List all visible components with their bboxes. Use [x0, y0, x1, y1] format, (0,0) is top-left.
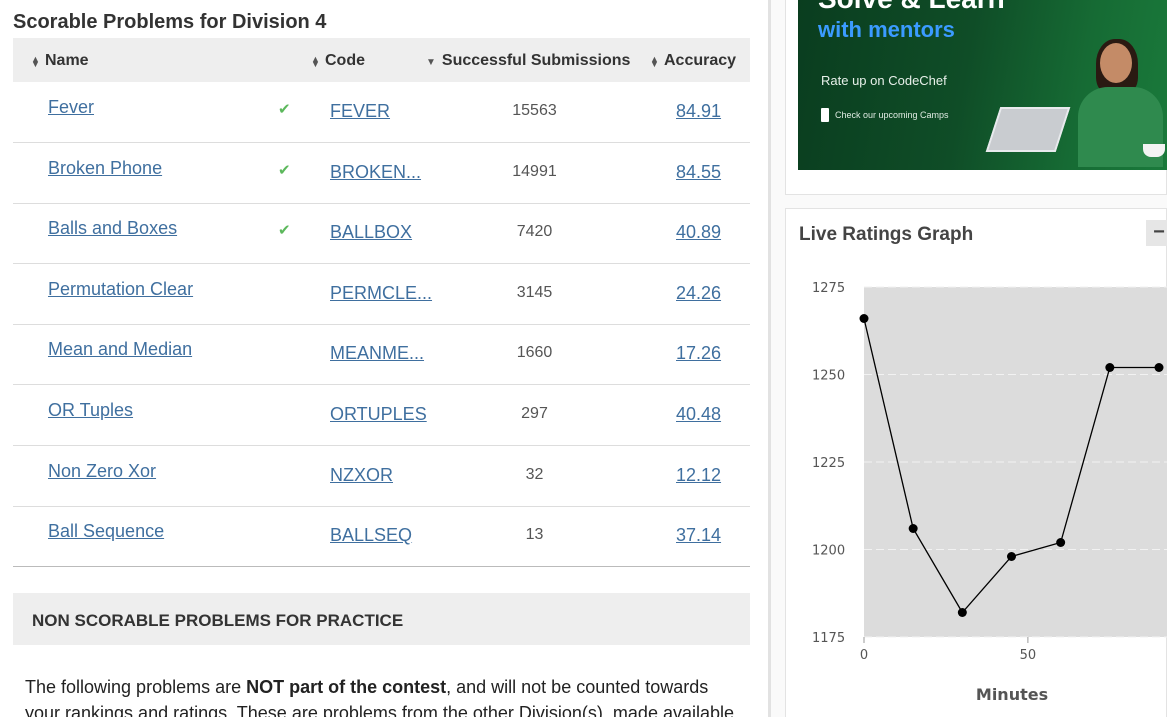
accuracy-link[interactable]: 24.26 [676, 283, 721, 304]
section-title: Scorable Problems for Division 4 [13, 11, 327, 33]
problem-name-link[interactable]: Permutation Clear [48, 279, 193, 300]
table-row: Balls and Boxes ✔ BALLBOX 7420 40.89 [13, 203, 750, 265]
problem-code-link[interactable]: PERMCLE... [330, 283, 432, 304]
table-bottom-divider [13, 566, 750, 567]
rating-point [1007, 552, 1016, 561]
sort-icon: ▲ ▼ [31, 53, 40, 69]
problem-name-link[interactable]: Balls and Boxes [48, 218, 177, 239]
rating-point [1154, 363, 1164, 372]
non-scorable-header: NON SCORABLE PROBLEMS FOR PRACTICE [13, 593, 750, 645]
table-row: Non Zero Xor NZXOR 32 12.12 [13, 446, 750, 507]
laptop-illustration [985, 107, 1071, 152]
submissions-count: 14991 [512, 162, 557, 180]
mentors-ad-banner[interactable]: Solve & Learn with mentors Rate up on Co… [798, 0, 1167, 170]
problem-code-link[interactable]: NZXOR [330, 465, 393, 486]
problem-name-link[interactable]: Ball Sequence [48, 521, 164, 542]
submissions-count: 13 [525, 526, 544, 544]
submissions-column-header[interactable]: ▼ Successful Submissions [426, 38, 630, 82]
rating-point [1056, 538, 1066, 547]
ad-subheadline: with mentors [818, 17, 955, 42]
accuracy-link[interactable]: 84.91 [676, 101, 721, 122]
problem-name-link[interactable]: Mean and Median [48, 339, 192, 360]
ad-headline: Solve & Learn [818, 0, 1005, 15]
rating-point [859, 314, 869, 323]
problem-code-link[interactable]: BALLBOX [330, 222, 412, 243]
accuracy-link[interactable]: 40.89 [676, 222, 721, 243]
scorable-problems-panel: Scorable Problems for Division 4 ▲ ▼ Name … [0, 0, 768, 717]
problem-name-link[interactable]: Fever [48, 97, 94, 118]
y-tick-label: 1175 [812, 631, 845, 646]
table-row: Fever ✔ FEVER 15563 84.91 [13, 82, 750, 143]
non-scorable-description: The following problems are NOT part of t… [25, 677, 735, 717]
live-ratings-card: Live Ratings Graph − 1275 1250 1225 1200 117… [785, 208, 1167, 717]
right-sidebar: Solve & Learn with mentors Rate up on Co… [771, 0, 1167, 717]
solved-check-icon: ✔ [278, 161, 291, 179]
y-tick-label: 1200 [812, 544, 845, 559]
submissions-count: 297 [521, 405, 548, 422]
problem-code-link[interactable]: BROKEN... [330, 162, 421, 183]
code-column-header[interactable]: ▲ ▼ Code [311, 38, 365, 82]
problem-name-link[interactable]: Broken Phone [48, 158, 162, 179]
problem-code-link[interactable]: ORTUPLES [330, 404, 427, 425]
x-axis-label: Minutes [976, 685, 1048, 704]
ratings-chart: 1275 1250 1225 1200 1175 0 50 Minutes [812, 281, 1167, 704]
x-tick-label: 0 [860, 648, 868, 663]
x-tick-label: 50 [1020, 648, 1037, 663]
ad-card: Solve & Learn with mentors Rate up on Co… [785, 0, 1167, 195]
submissions-count: 32 [525, 465, 544, 483]
accuracy-link[interactable]: 12.12 [676, 465, 721, 486]
accuracy-link[interactable]: 84.55 [676, 162, 721, 183]
submissions-count: 1660 [516, 344, 553, 362]
problem-name-link[interactable]: OR Tuples [48, 400, 133, 421]
y-tick-label: 1250 [812, 369, 845, 384]
accuracy-link[interactable]: 40.48 [676, 404, 721, 425]
ad-rate-text: Rate up on CodeChef [821, 73, 947, 88]
submissions-count: 3145 [516, 283, 553, 301]
sort-icon: ▲ ▼ [311, 53, 320, 69]
y-tick-label: 1225 [812, 456, 845, 471]
rating-point [908, 524, 918, 533]
solved-check-icon: ✔ [278, 101, 291, 118]
table-row: Mean and Median MEANME... 1660 17.26 [13, 324, 750, 386]
y-tick-label: 1275 [812, 281, 845, 296]
sort-descending-icon: ▼ [426, 57, 436, 68]
submissions-count: 7420 [516, 223, 553, 241]
table-row: OR Tuples ORTUPLES 297 40.48 [13, 385, 750, 446]
problem-code-link[interactable]: MEANME... [330, 343, 424, 364]
rating-point [957, 608, 967, 617]
ad-camps-text: Check our upcoming Camps [835, 110, 949, 120]
accuracy-link[interactable]: 37.14 [676, 525, 721, 546]
problem-code-link[interactable]: BALLSEQ [330, 525, 412, 546]
non-scorable-title: NON SCORABLE PROBLEMS FOR PRACTICE [32, 611, 404, 630]
accuracy-column-header[interactable]: ▲ ▼ Accuracy [650, 38, 736, 82]
table-header: ▲ ▼ Name ▲ ▼ Code ▼ Successful Submissions ▲ ▼… [13, 38, 750, 82]
problem-code-link[interactable]: FEVER [330, 101, 390, 122]
problem-name-link[interactable]: Non Zero Xor [48, 461, 156, 482]
sort-icon: ▲ ▼ [650, 53, 659, 69]
submissions-count: 15563 [512, 102, 557, 119]
solved-check-icon: ✔ [278, 222, 291, 240]
table-row: Permutation Clear PERMCLE... 3145 24.26 [13, 264, 750, 325]
table-row: Ball Sequence BALLSEQ 13 37.14 [13, 506, 750, 568]
ad-bullet-icon [821, 108, 829, 122]
table-row: Broken Phone ✔ BROKEN... 14991 84.55 [13, 143, 750, 204]
rating-point [1105, 363, 1115, 372]
name-column-header[interactable]: ▲ ▼ Name [31, 38, 89, 82]
accuracy-link[interactable]: 17.26 [676, 343, 721, 364]
cup-illustration [1143, 144, 1165, 157]
